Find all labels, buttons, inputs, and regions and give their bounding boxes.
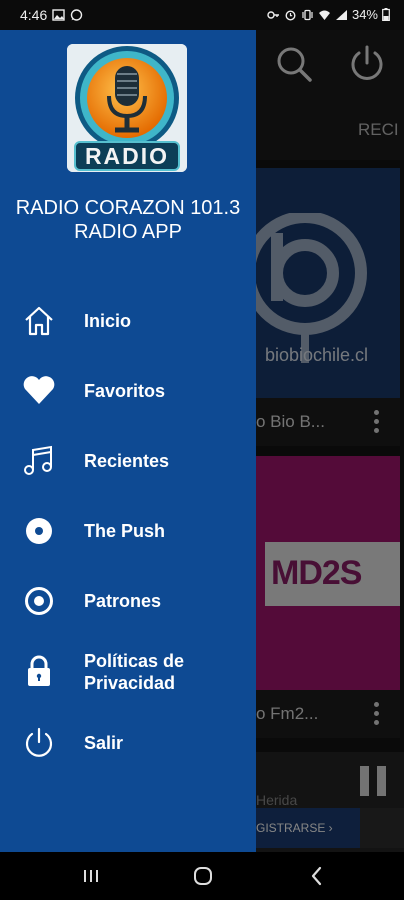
menu-label-patrones: Patrones [84, 591, 162, 611]
app-logo-text: RADIO [84, 143, 170, 169]
music-notes-icon [24, 445, 52, 475]
menu-label-recientes: Recientes [84, 451, 170, 471]
status-left: 4:46 [20, 7, 83, 23]
menu-label-inicio: Inicio [84, 311, 132, 331]
recent-apps-icon[interactable] [78, 864, 104, 888]
key-icon [267, 10, 279, 19]
radio-button-icon [25, 587, 53, 615]
battery-percent: 34% [351, 7, 378, 22]
disc-icon [26, 518, 52, 544]
menu-label-salir: Salir [84, 733, 124, 753]
home-icon [25, 306, 53, 336]
battery-icon [382, 8, 390, 21]
app-logo: RADIO [67, 44, 187, 172]
app-title-line2: RADIO APP [74, 221, 182, 243]
wifi-icon [318, 10, 330, 20]
vibrate-icon [302, 9, 313, 20]
navigation-drawer: RADIO RADIO CORAZON 101.3 RADIO APP Inic… [0, 30, 256, 852]
menu-label-favoritos: Favoritos [84, 381, 166, 401]
menu-label-privacidad: Políticas de Privacidad [84, 650, 184, 694]
menu-item-recientes[interactable]: Recientes [0, 432, 256, 488]
menu-label-privacidad-line2: Privacidad [84, 673, 176, 693]
signal-icon [335, 9, 347, 20]
menu-item-favoritos[interactable]: Favoritos [0, 362, 256, 418]
menu-label-the-push: The Push [84, 521, 166, 541]
power-icon [25, 727, 53, 757]
menu-item-the-push[interactable]: The Push [0, 502, 256, 558]
menu-label-privacidad-line1: Políticas de [84, 651, 185, 671]
system-nav-bar [0, 852, 404, 900]
app-title-line1: RADIO CORAZON 101.3 [15, 197, 241, 219]
home-circle-icon[interactable] [190, 864, 216, 888]
back-icon[interactable] [304, 864, 330, 888]
menu-item-salir[interactable]: Salir [0, 714, 256, 770]
lock-icon [28, 655, 50, 686]
menu-item-inicio[interactable]: Inicio [0, 292, 256, 348]
menu-item-privacidad[interactable]: Políticas de Privacidad [0, 642, 256, 702]
status-right: 34% [267, 7, 390, 22]
status-bar: 4:46 34% [0, 0, 404, 30]
whatsapp-icon [71, 9, 83, 21]
alarm-icon [285, 9, 296, 21]
image-icon [52, 9, 65, 21]
menu-item-patrones[interactable]: Patrones [0, 572, 256, 628]
heart-icon [23, 376, 55, 404]
status-time: 4:46 [20, 7, 48, 23]
app-title: RADIO CORAZON 101.3 RADIO APP [0, 196, 256, 244]
